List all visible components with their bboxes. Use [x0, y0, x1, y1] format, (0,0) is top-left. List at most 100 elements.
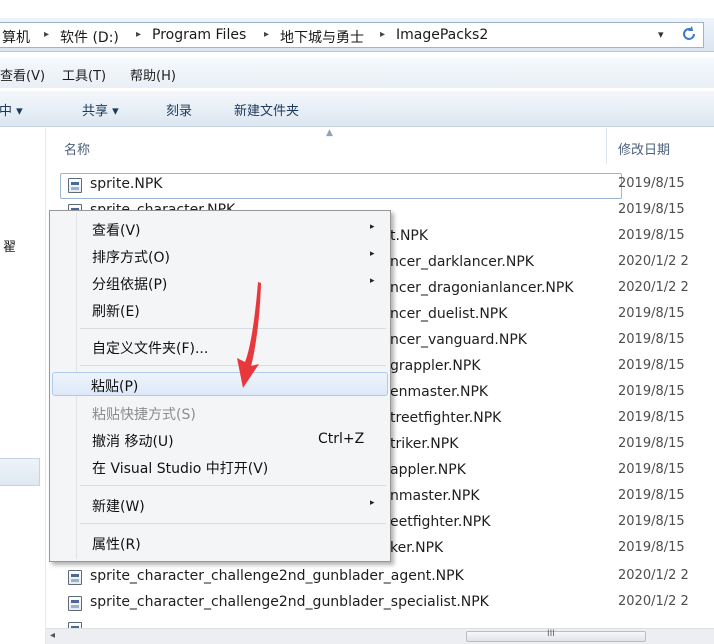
file-date: 2019/8/15	[618, 228, 685, 243]
file-date: 2019/8/15	[618, 358, 685, 373]
menu-item-label: 排序方式(O)	[92, 250, 170, 266]
file-name: grappler.NPK	[390, 358, 481, 374]
file-date: 2019/8/15	[618, 436, 685, 451]
menu-item-paste-shortcut[interactable]: 粘贴快捷方式(S)	[52, 401, 388, 425]
submenu-arrow-icon: ▸	[370, 249, 375, 259]
include-in-library-button[interactable]: 库中 ▾	[0, 100, 23, 119]
menu-item-paste[interactable]: 粘贴(P)	[52, 372, 388, 396]
menu-item-label: 自定义文件夹(F)...	[92, 341, 209, 357]
menu-item-group-by[interactable]: 分组依据(P) ▸	[52, 271, 388, 295]
file-row[interactable]: sprite_character_challenge2nd_gunblader_…	[54, 564, 714, 590]
address-dropdown-icon[interactable]: ▾	[658, 28, 664, 41]
menu-view[interactable]: 查看(V)	[0, 65, 45, 84]
breadcrumb-drive-d[interactable]: 软件 (D:)	[60, 27, 119, 47]
menu-bar: 查看(V) 工具(T) 帮助(H)	[0, 58, 714, 88]
file-name: t.NPK	[390, 228, 429, 244]
burn-button[interactable]: 刻录	[166, 100, 192, 119]
column-header-bar: ▲ 名称 修改日期	[54, 128, 714, 164]
menu-item-sort-by[interactable]: 排序方式(O) ▸	[52, 244, 388, 268]
file-date: 2019/8/15	[618, 306, 685, 321]
file-date: 2020/1/2 2	[618, 594, 689, 609]
file-date: 2019/8/15	[618, 332, 685, 347]
breadcrumb-dnf[interactable]: 地下城与勇士	[280, 27, 364, 47]
file-name: ncer_darklancer.NPK	[390, 254, 534, 270]
navigation-pane[interactable]: 翟	[0, 128, 46, 644]
menu-help[interactable]: 帮助(H)	[130, 65, 176, 84]
file-name: sprite_character_challenge2nd_gunblader_…	[90, 568, 464, 584]
file-name: ker.NPK	[390, 540, 444, 556]
scroll-left-icon[interactable]: ◂	[50, 630, 55, 641]
refresh-icon[interactable]	[680, 25, 698, 47]
submenu-arrow-icon: ▸	[370, 222, 375, 232]
breadcrumb-program-files[interactable]: Program Files	[152, 27, 246, 43]
menu-item-label: 属性(R)	[92, 537, 141, 553]
file-name: eetfighter.NPK	[390, 514, 491, 530]
menu-tools[interactable]: 工具(T)	[62, 65, 106, 84]
menu-item-label: 分组依据(P)	[92, 277, 168, 293]
file-row[interactable]	[54, 616, 714, 628]
menu-item-label: 在 Visual Studio 中打开(V)	[92, 461, 269, 477]
breadcrumb-separator[interactable]: ▸	[44, 29, 49, 40]
file-date: 2019/8/15	[618, 202, 685, 217]
menu-item-label: 粘贴快捷方式(S)	[92, 407, 196, 423]
nav-selected-item[interactable]	[0, 458, 40, 486]
file-name: appler.NPK	[390, 462, 466, 478]
breadcrumb-separator[interactable]: ▸	[264, 29, 269, 40]
scrollbar-grip-icon: III	[547, 629, 555, 639]
breadcrumb-computer[interactable]: 算机	[2, 27, 30, 47]
file-name: ncer_dragonianlancer.NPK	[390, 280, 574, 296]
breadcrumb-imagepacks2[interactable]: ImagePacks2	[396, 27, 488, 43]
address-bar[interactable]: 算机 ▸ 软件 (D:) ▸ Program Files ▸ 地下城与勇士 ▸ …	[0, 18, 714, 52]
submenu-arrow-icon: ▸	[370, 498, 375, 508]
file-date: 2019/8/15	[618, 540, 685, 555]
column-header-date-modified[interactable]: 修改日期	[618, 139, 670, 158]
nav-item-label[interactable]: 翟	[3, 236, 16, 255]
horizontal-scrollbar[interactable]: ◂ III	[46, 628, 714, 644]
command-toolbar: 库中 ▾ 共享 ▾ 刻录 新建文件夹	[0, 91, 714, 127]
address-box[interactable]: 算机 ▸ 软件 (D:) ▸ Program Files ▸ 地下城与勇士 ▸ …	[0, 22, 704, 48]
breadcrumb-separator[interactable]: ▸	[136, 29, 141, 40]
file-name: nmaster.NPK	[390, 488, 480, 504]
file-date: 2019/8/15	[618, 410, 685, 425]
menu-item-properties[interactable]: 属性(R)	[52, 531, 388, 555]
new-folder-button[interactable]: 新建文件夹	[234, 100, 299, 119]
file-row[interactable]: sprite.NPK 2019/8/15	[54, 172, 714, 199]
file-name: ncer_vanguard.NPK	[390, 332, 527, 348]
column-divider[interactable]	[606, 128, 607, 164]
npk-file-icon	[68, 596, 82, 611]
menu-item-undo-move[interactable]: 撤消 移动(U) Ctrl+Z	[52, 428, 388, 452]
file-row[interactable]: sprite_character_challenge2nd_gunblader_…	[54, 590, 714, 616]
sort-ascending-icon: ▲	[326, 128, 333, 138]
submenu-arrow-icon: ▸	[370, 276, 375, 286]
menu-item-label: 撤消 移动(U)	[92, 434, 174, 450]
menu-item-open-in-visual-studio[interactable]: 在 Visual Studio 中打开(V)	[52, 455, 388, 479]
menu-item-label: 刷新(E)	[92, 304, 140, 320]
column-header-name[interactable]: 名称	[64, 139, 90, 158]
menu-item-shortcut: Ctrl+Z	[318, 431, 365, 447]
file-date: 2019/8/15	[618, 514, 685, 529]
npk-file-icon	[68, 570, 82, 585]
file-name: triker.NPK	[390, 436, 459, 452]
file-date: 2019/8/15	[618, 384, 685, 399]
file-date: 2019/8/15	[618, 176, 685, 191]
file-date: 2020/1/2 2	[618, 280, 689, 295]
annotation-arrow-icon	[237, 282, 261, 388]
menu-item-new[interactable]: 新建(W) ▸	[52, 493, 388, 517]
npk-file-icon	[68, 178, 82, 193]
scrollbar-thumb[interactable]: III	[466, 629, 646, 642]
file-name: treetfighter.NPK	[390, 410, 502, 426]
context-menu: 查看(V) ▸ 排序方式(O) ▸ 分组依据(P) ▸ 刷新(E) 自定义文件夹…	[49, 210, 391, 562]
share-button[interactable]: 共享 ▾	[82, 100, 119, 119]
file-date: 2020/1/2 2	[618, 254, 689, 269]
menu-separator	[80, 523, 386, 524]
file-name: ncer_duelist.NPK	[390, 306, 508, 322]
breadcrumb-separator[interactable]: ▸	[380, 29, 385, 40]
menu-item-refresh[interactable]: 刷新(E)	[52, 298, 388, 322]
menu-item-view[interactable]: 查看(V) ▸	[52, 217, 388, 241]
file-date: 2020/1/2 2	[618, 568, 689, 583]
menu-item-label: 新建(W)	[92, 499, 145, 515]
file-date: 2019/8/15	[618, 488, 685, 503]
file-name: sprite_character_challenge2nd_gunblader_…	[90, 594, 489, 610]
menu-item-customize-folder[interactable]: 自定义文件夹(F)...	[52, 335, 388, 359]
file-name: sprite.NPK	[90, 176, 163, 192]
